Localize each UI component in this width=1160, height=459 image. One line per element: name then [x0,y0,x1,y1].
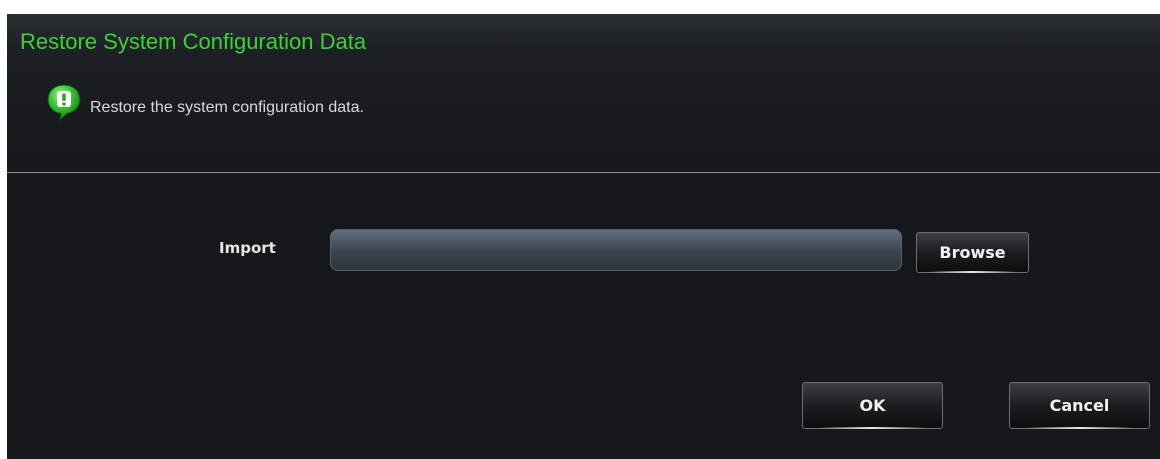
browse-button[interactable]: Browse [916,232,1029,273]
header-divider [7,172,1160,173]
import-file-input[interactable] [330,229,902,271]
info-message: Restore the system configuration data. [90,99,364,116]
ok-button[interactable]: OK [802,382,943,429]
dialog-title: Restore System Configuration Data [20,29,367,54]
info-bubble-icon [46,83,82,122]
import-label: Import [219,239,276,257]
restore-config-dialog: Restore System Configuration Data Restor… [7,14,1160,459]
cancel-button[interactable]: Cancel [1009,382,1150,429]
dialog-header: Restore System Configuration Data Restor… [7,14,1160,172]
